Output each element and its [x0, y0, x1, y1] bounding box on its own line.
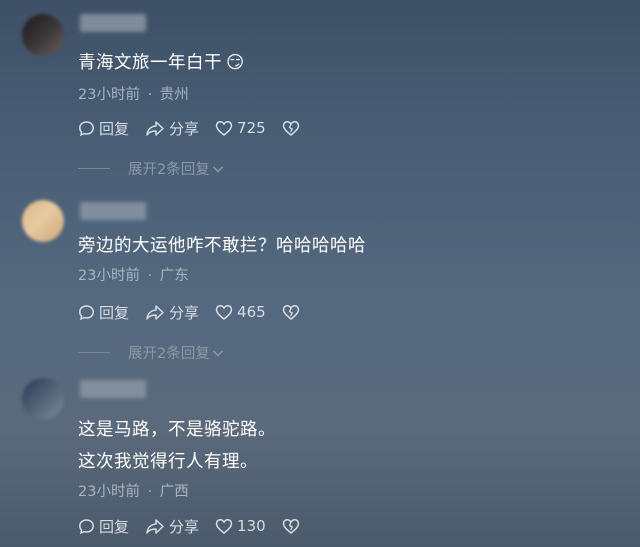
location: 广东 [159, 268, 189, 284]
comment-text: 这是马路，不是骆驼路。 [78, 420, 276, 440]
like-count: 130 [237, 517, 266, 535]
avatar[interactable] [22, 14, 64, 56]
expand-replies-button[interactable]: 展开2条回复 [78, 158, 224, 179]
timestamp: 23小时前 [78, 484, 140, 500]
share-arrow-icon [146, 304, 164, 320]
like-count: 725 [237, 119, 266, 137]
dislike-button[interactable] [282, 120, 304, 137]
location: 广西 [159, 484, 189, 500]
comment-item: 青海文旅一年白干 😏 23小时前 · 贵州 回复 分享 725 展开2条回复 [0, 0, 640, 190]
like-button[interactable]: 130 [215, 517, 266, 535]
like-button[interactable]: 725 [215, 119, 266, 137]
comment-meta: 23小时前 · 贵州 [78, 87, 189, 103]
like-button[interactable]: 465 [215, 303, 266, 321]
reply-button[interactable]: 回复 [78, 118, 129, 139]
like-count: 465 [237, 303, 266, 321]
comment-actions: 回复 分享 465 [78, 301, 320, 323]
comment-text: 这次我觉得行人有理。 [78, 452, 258, 472]
smirk-emoji-icon: 😏 [226, 53, 245, 73]
share-button[interactable]: 分享 [145, 302, 199, 323]
comment-meta: 23小时前 · 广东 [78, 268, 189, 284]
chevron-down-icon [212, 165, 223, 173]
comment-item: 这是马路，不是骆驼路。 这次我觉得行人有理。 23小时前 · 广西 回复 分享 … [0, 370, 640, 547]
share-arrow-icon [146, 518, 164, 534]
timestamp: 23小时前 [78, 268, 140, 284]
comment-item: 旁边的大运他咋不敢拦？哈哈哈哈哈 23小时前 · 广东 回复 分享 465 展开… [0, 190, 640, 370]
heart-icon [215, 120, 233, 136]
reply-bubble-icon [79, 304, 94, 320]
chevron-down-icon [212, 349, 223, 357]
share-arrow-icon [146, 120, 164, 136]
location: 贵州 [159, 87, 189, 103]
reply-bubble-icon [79, 518, 94, 534]
reply-button[interactable]: 回复 [78, 516, 129, 537]
heart-icon [215, 304, 233, 320]
share-button[interactable]: 分享 [145, 118, 199, 139]
comment-actions: 回复 分享 130 [78, 515, 320, 537]
avatar[interactable] [22, 378, 64, 420]
share-button[interactable]: 分享 [145, 516, 199, 537]
heart-icon [215, 518, 233, 534]
username-blurred[interactable] [80, 202, 146, 220]
comment-text: 旁边的大运他咋不敢拦？哈哈哈哈哈 [78, 236, 366, 256]
timestamp: 23小时前 [78, 87, 140, 103]
broken-heart-icon [282, 304, 299, 320]
comment-meta: 23小时前 · 广西 [78, 484, 189, 500]
divider [78, 352, 110, 353]
reply-bubble-icon [79, 120, 94, 136]
divider [78, 168, 110, 169]
username-blurred[interactable] [80, 14, 146, 32]
broken-heart-icon [282, 120, 299, 136]
broken-heart-icon [282, 518, 299, 534]
comment-text: 青海文旅一年白干 😏 [78, 53, 245, 73]
username-blurred[interactable] [80, 380, 146, 398]
dislike-button[interactable] [282, 518, 304, 535]
expand-replies-button[interactable]: 展开2条回复 [78, 342, 224, 363]
avatar[interactable] [22, 200, 64, 242]
dislike-button[interactable] [282, 304, 304, 321]
comment-actions: 回复 分享 725 [78, 117, 320, 139]
reply-button[interactable]: 回复 [78, 302, 129, 323]
